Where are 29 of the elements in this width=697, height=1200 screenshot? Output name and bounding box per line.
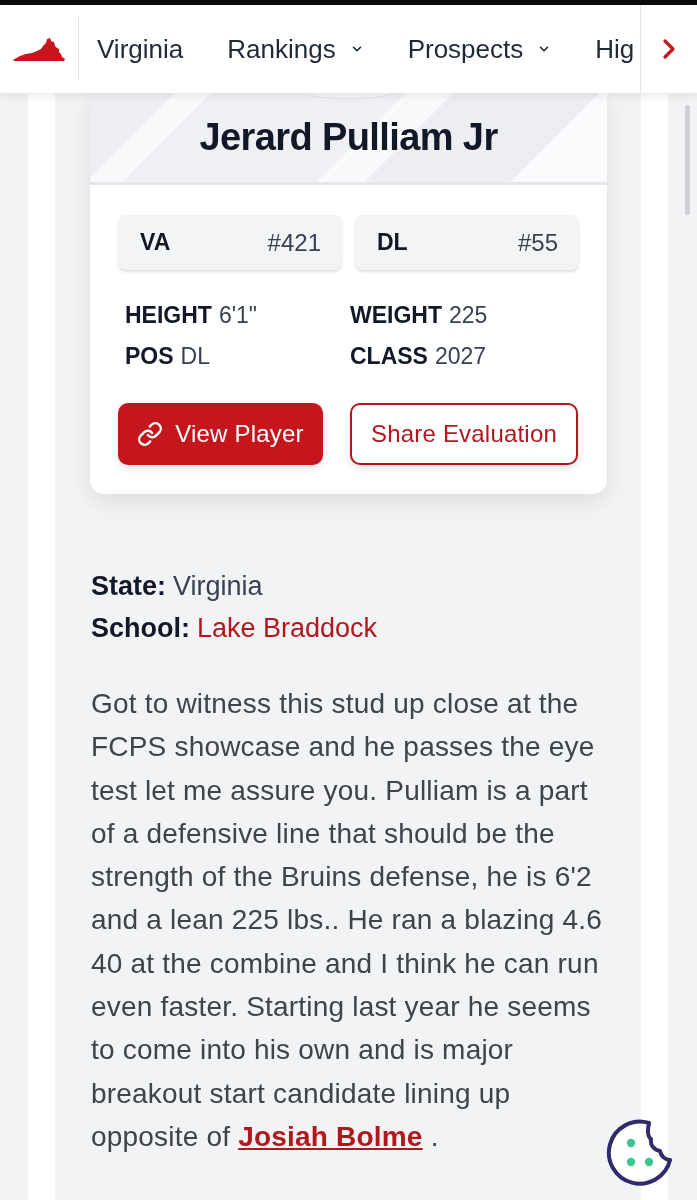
stat-value: 225 [449,301,488,330]
detail-value: Virginia [173,570,263,603]
rank-label: DL [377,229,408,256]
scrollbar-thumb[interactable] [685,105,690,215]
link-icon [137,421,164,447]
player-link[interactable]: Josiah Bolme [238,1120,423,1152]
nav-link[interactable]: Rankings [227,33,364,65]
stat-value: 6'1" [218,301,258,330]
school-link[interactable]: Lake Braddock [197,607,378,649]
stat-value: 2027 [434,342,487,371]
rank-label: VA [140,229,171,256]
evaluation-text: Got to witness this stud up close at the FCPS showcase and he passes the eye test let me assure you. Pulliam is a part of a defensive line that should be the strength of the Bruins defense, he is 6'2 and a lean 225 lbs.. He ran a blazing 4.6 40 at the combine and I think he can run even faster. Starting last year he seems to come into his own and is major breakout start candidate lining up opposite of Josiah Bolme . [91,687,603,1154]
stat-label: CLASS [350,342,428,371]
nav-link[interactable]: Hig [595,33,635,65]
nav-link[interactable]: Virginia [97,33,184,65]
cookie-icon[interactable] [605,1118,675,1188]
detail-label: State: [91,570,166,603]
stat-label: POS [125,342,174,371]
state-map-icon[interactable] [13,37,65,61]
stat-label: WEIGHT [350,301,442,330]
stat-value: DL [180,342,210,371]
share-evaluation-button[interactable]: Share Evaluation [350,403,578,465]
rank-value: #421 [267,228,321,257]
nav-link[interactable]: Prospects [407,33,552,65]
view-player-button[interactable]: View Player [118,403,323,465]
stat-label: HEIGHT [125,301,212,330]
player-name: Jerard Pulliam Jr [199,116,498,159]
detail-label: School: [91,612,190,645]
rank-value: #55 [517,228,558,257]
